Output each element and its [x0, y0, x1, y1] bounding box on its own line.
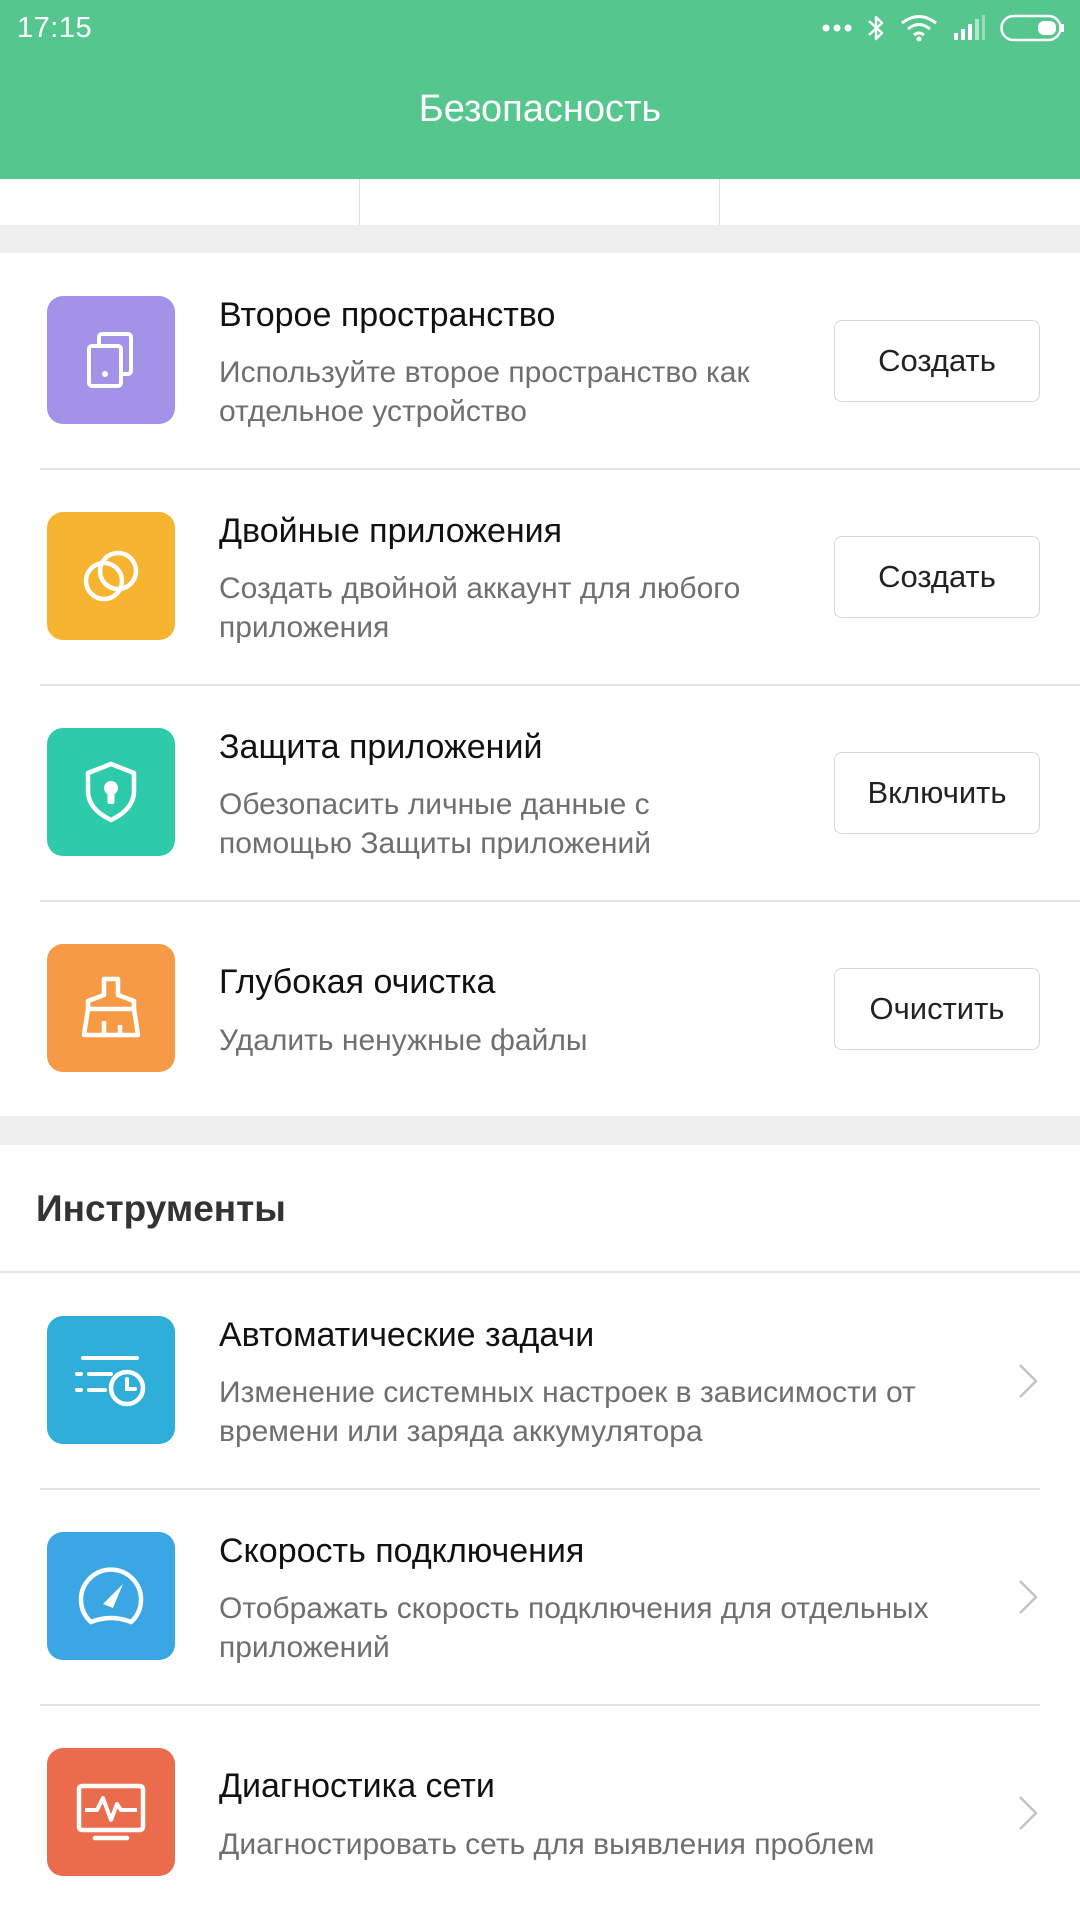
- feature-description: Используйте второе пространство как отде…: [219, 356, 750, 428]
- wifi-icon: [900, 14, 938, 42]
- feature-row-deep-clean[interactable]: Глубокая очистка Удалить ненужные файлы …: [0, 901, 1080, 1117]
- segment-divider: [359, 179, 360, 225]
- dual-apps-icon: [47, 512, 175, 640]
- feature-row-dual-apps[interactable]: Двойные приложения Создать двойной аккау…: [0, 469, 1080, 685]
- tool-row-scheduled-tasks[interactable]: Автоматические задачи Изменение системны…: [0, 1273, 1080, 1489]
- top-segment-strip: [0, 179, 1080, 225]
- speedometer-icon: [47, 1532, 175, 1660]
- feature-description: Обезопасить личные данные с помощью Защи…: [219, 788, 651, 860]
- segment-divider: [719, 179, 720, 225]
- feature-title: Защита приложений: [219, 728, 543, 766]
- feature-description: Создать двойной аккаунт для любого прило…: [219, 572, 741, 644]
- create-second-space-button[interactable]: Создать: [834, 320, 1040, 402]
- status-bar: 17:15: [0, 0, 1080, 58]
- feature-title: Двойные приложения: [219, 512, 563, 550]
- second-space-icon: [47, 296, 175, 424]
- app-header: 17:15 Безопасность: [0, 0, 1080, 179]
- chevron-right-icon: [1016, 1793, 1040, 1838]
- tool-description: Диагностировать сеть для выявления пробл…: [219, 1828, 875, 1861]
- feature-title: Глубокая очистка: [219, 963, 496, 1001]
- enable-app-lock-button[interactable]: Включить: [834, 752, 1040, 834]
- tool-title: Скорость подключения: [219, 1532, 585, 1570]
- battery-icon: [1000, 14, 1066, 42]
- deep-clean-broom-icon: [47, 944, 175, 1072]
- section-gap: [0, 1116, 1080, 1145]
- status-time: 17:15: [17, 12, 93, 44]
- scheduled-tasks-icon: [47, 1316, 175, 1444]
- bluetooth-icon: [866, 13, 886, 43]
- more-dots-icon: [822, 23, 852, 33]
- tool-row-connection-speed[interactable]: Скорость подключения Отображать скорость…: [0, 1489, 1080, 1705]
- feature-row-second-space[interactable]: Второе пространство Используйте второе п…: [0, 253, 1080, 469]
- tool-title: Автоматические задачи: [219, 1316, 595, 1354]
- create-dual-apps-button[interactable]: Создать: [834, 536, 1040, 618]
- tool-row-network-diagnostics[interactable]: Диагностика сети Диагностировать сеть дл…: [0, 1705, 1080, 1920]
- section-title-tools: Инструменты: [36, 1188, 286, 1229]
- network-diagnostics-icon: [47, 1748, 175, 1876]
- clean-button[interactable]: Очистить: [834, 968, 1040, 1050]
- tool-title: Диагностика сети: [219, 1767, 495, 1805]
- tool-description: Отображать скорость подключения для отде…: [219, 1592, 929, 1664]
- status-icons: [822, 12, 1066, 44]
- chevron-right-icon: [1016, 1361, 1040, 1406]
- page-title: Безопасность: [418, 88, 662, 130]
- signal-icon: [952, 15, 986, 41]
- feature-row-app-lock[interactable]: Защита приложений Обезопасить личные дан…: [0, 685, 1080, 901]
- feature-description: Удалить ненужные файлы: [219, 1024, 588, 1057]
- tool-description: Изменение системных настроек в зависимос…: [219, 1376, 916, 1448]
- feature-title: Второе пространство: [219, 296, 556, 334]
- chevron-right-icon: [1016, 1577, 1040, 1622]
- section-gap: [0, 225, 1080, 253]
- app-lock-shield-icon: [47, 728, 175, 856]
